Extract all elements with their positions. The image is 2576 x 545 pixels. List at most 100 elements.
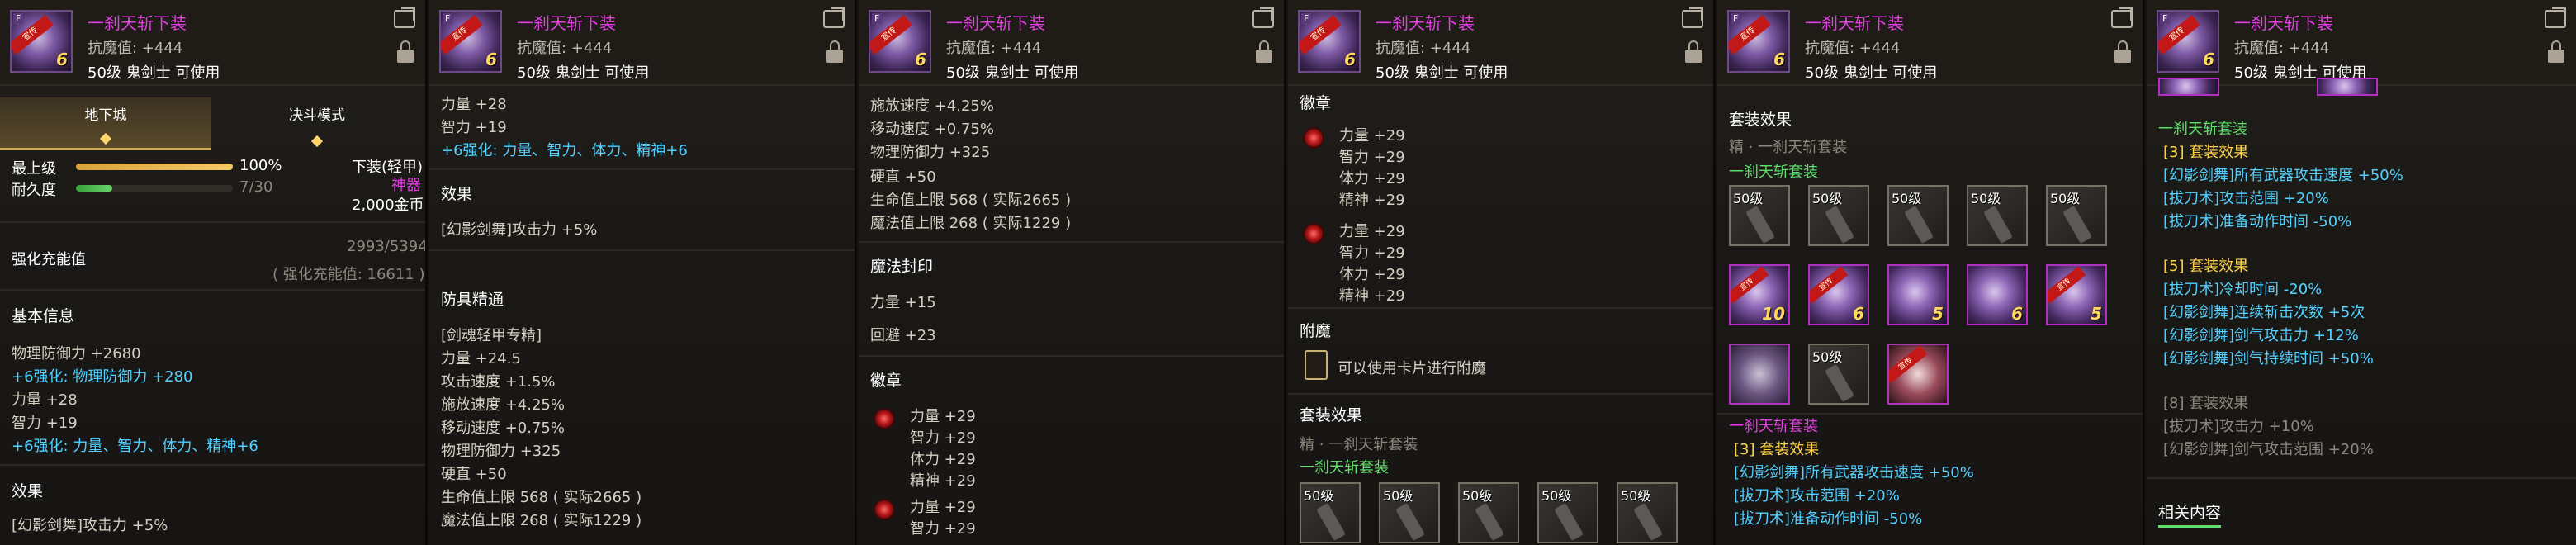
emblem-line: 精神 +29 bbox=[910, 472, 976, 490]
max-level-fill bbox=[76, 164, 233, 170]
set-bonus-title: [3] 套装效果 bbox=[1734, 441, 1820, 458]
stat-line: 移动速度 +0.75% bbox=[870, 121, 994, 138]
enchant-text: 可以使用卡片进行附魔 bbox=[1338, 360, 1486, 377]
item-thumbnail: F 宣传 6 bbox=[10, 10, 73, 73]
set-title: 套装效果 bbox=[1300, 406, 1363, 424]
weapon-icon bbox=[1825, 363, 1854, 403]
set-item-slot[interactable]: 50级 bbox=[1967, 185, 2028, 246]
thumb-number: 6 bbox=[56, 50, 68, 69]
thumb-tag: F bbox=[443, 13, 453, 24]
thumb-tag: F bbox=[2160, 13, 2171, 24]
tab-dungeon[interactable]: 地下城 bbox=[0, 97, 211, 150]
stat-line: 物理防御力 +325 bbox=[870, 144, 991, 161]
slot-ribbon: 宣传 bbox=[1810, 266, 1849, 304]
reinforce-value: 2993/5394 bbox=[347, 238, 428, 255]
set-bonus-line: [幻影剑舞]所有武器攻击速度 +50% bbox=[2163, 167, 2403, 184]
lock-icon[interactable] bbox=[2548, 40, 2564, 63]
tab-pvp[interactable]: 决斗模式 bbox=[211, 97, 423, 150]
item-thumbnail: F 宣传 6 bbox=[439, 10, 502, 73]
equipped-set-item[interactable] bbox=[2317, 78, 2378, 96]
set-item-slot[interactable]: 50级 bbox=[1887, 185, 1949, 246]
item-resist: 抗魔值: +444 bbox=[88, 40, 183, 57]
weapon-icon bbox=[1745, 205, 1775, 244]
lock-icon[interactable] bbox=[397, 40, 414, 63]
set-item-slot[interactable]: 50级 bbox=[1300, 482, 1361, 543]
divider bbox=[429, 168, 855, 170]
lock-icon[interactable] bbox=[1685, 40, 1702, 63]
lock-icon[interactable] bbox=[2114, 40, 2131, 63]
tooltip-panel-1: F 宣传 6 一刹天斩下装 抗魔值: +444 50级 鬼剑士 可使用 地下城 … bbox=[0, 0, 428, 545]
equipped-set-item[interactable]: 宣传 6 bbox=[1808, 264, 1869, 325]
equipped-set-item[interactable]: 6 bbox=[1967, 264, 2028, 325]
panel-body: 地下城 决斗模式 最上级 100% 耐久度 7/30 下装(轻甲) 神器 2,0… bbox=[0, 88, 425, 545]
set-item-slot[interactable]: 50级 bbox=[2046, 185, 2107, 246]
lock-icon[interactable] bbox=[1256, 40, 1272, 63]
item-header: F 宣传 6 一刹天斩下装 抗魔值: +444 50级 鬼剑士 可使用 bbox=[0, 0, 425, 86]
stat-line: 力量 +28 bbox=[12, 391, 78, 409]
equipped-set-item[interactable]: 宣传 bbox=[1887, 344, 1949, 405]
slot-number: 5 bbox=[2091, 304, 2102, 324]
share-icon[interactable] bbox=[2545, 10, 2566, 28]
related-title: 相关内容 bbox=[2158, 504, 2222, 522]
divider bbox=[0, 464, 425, 466]
card-slot-icon[interactable] bbox=[1305, 350, 1328, 380]
basic-info-title: 基本信息 bbox=[12, 307, 75, 325]
set-subtitle: 精 · 一刹天斩套装 bbox=[1729, 139, 1848, 156]
slot-level: 50级 bbox=[1733, 191, 1764, 206]
thumb-number: 6 bbox=[915, 50, 926, 69]
equipped-set-item[interactable] bbox=[2158, 78, 2219, 96]
set-item-slot[interactable]: 50级 bbox=[1617, 482, 1678, 543]
equipped-set-item[interactable]: 宣传 10 bbox=[1729, 264, 1790, 325]
equipped-set-item[interactable]: 宣传 5 bbox=[2046, 264, 2107, 325]
item-rarity: 神器 bbox=[391, 177, 421, 194]
set-item-slot[interactable]: 50级 bbox=[1379, 482, 1440, 543]
weapon-icon bbox=[1554, 502, 1584, 542]
divider bbox=[0, 289, 425, 291]
set-item-slot[interactable]: 50级 bbox=[1729, 185, 1790, 246]
tab-label: 决斗模式 bbox=[289, 107, 345, 124]
thumb-tag: F bbox=[13, 13, 24, 24]
share-icon[interactable] bbox=[823, 10, 845, 28]
set-item-slot[interactable]: 50级 bbox=[1458, 482, 1519, 543]
emblem-icon bbox=[874, 499, 895, 520]
share-icon[interactable] bbox=[1682, 10, 1703, 28]
set-name: 一刹天斩套装 bbox=[2158, 121, 2247, 138]
diamond-icon bbox=[99, 132, 112, 145]
emblem-line: 力量 +29 bbox=[910, 499, 976, 516]
mastery-line: 施放速度 +4.25% bbox=[441, 396, 565, 414]
set-bonus-title: [8] 套装效果 bbox=[2163, 395, 2249, 412]
item-thumbnail: F 宣传 6 bbox=[869, 10, 931, 73]
stat-reinforce-line: +6强化: 力量、智力、体力、精神+6 bbox=[12, 438, 258, 455]
set-item-slot[interactable]: 50级 bbox=[1808, 185, 1869, 246]
item-header: F 宣传 6 一刹天斩下装 抗魔值: +444 50级 鬼剑士 可使用 bbox=[859, 0, 1284, 86]
tooltip-panel-2: F 宣传 6 一刹天斩下装 抗魔值: +444 50级 鬼剑士 可使用 力量 +… bbox=[429, 0, 857, 545]
emblem-line: 体力 +29 bbox=[1339, 266, 1405, 283]
weapon-icon bbox=[1904, 205, 1934, 244]
share-icon[interactable] bbox=[394, 10, 415, 28]
share-icon[interactable] bbox=[2111, 10, 2133, 28]
emblem-icon bbox=[874, 408, 895, 429]
emblem-line: 智力 +29 bbox=[910, 520, 976, 538]
panel-body: 套装效果 精 · 一刹天斩套装 一刹天斩套装 50级 50级 50级 50级 5… bbox=[1717, 88, 2143, 545]
thumb-tag: F bbox=[872, 13, 883, 24]
item-level-class: 50级 鬼剑士 可使用 bbox=[1805, 64, 1938, 82]
set-name: 一刹天斩套装 bbox=[1300, 459, 1389, 476]
set-item-slot[interactable]: 50级 bbox=[1808, 344, 1869, 405]
set-bonus-line: [幻影剑舞]剑气攻击力 +12% bbox=[2163, 327, 2359, 344]
set-bonus-line: [幻影剑舞]剑气攻击范围 +20% bbox=[2163, 441, 2374, 458]
lock-icon[interactable] bbox=[826, 40, 843, 63]
slot-level: 50级 bbox=[1621, 488, 1651, 504]
equipped-set-item[interactable] bbox=[1729, 344, 1790, 405]
emblem-title: 徽章 bbox=[1300, 94, 1332, 112]
item-level-class: 50级 鬼剑士 可使用 bbox=[88, 64, 220, 82]
item-resist: 抗魔值: +444 bbox=[1805, 40, 1901, 57]
item-header: F 宣传 6 一刹天斩下装 抗魔值: +444 50级 鬼剑士 可使用 bbox=[429, 0, 855, 86]
seal-line: 力量 +15 bbox=[870, 294, 936, 311]
stat-line: 施放速度 +4.25% bbox=[870, 97, 994, 115]
share-icon[interactable] bbox=[1252, 10, 1274, 28]
slot-number: 10 bbox=[1762, 304, 1785, 324]
emblem-icon bbox=[1303, 127, 1324, 149]
equipped-set-item[interactable]: 5 bbox=[1887, 264, 1949, 325]
weapon-icon bbox=[1825, 205, 1854, 244]
set-item-slot[interactable]: 50级 bbox=[1537, 482, 1598, 543]
